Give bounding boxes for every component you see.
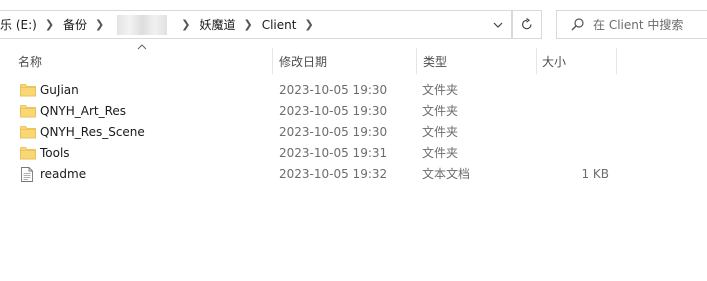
file-modified-date: 2023-10-05 19:30 [279,83,388,97]
file-size: 1 KB [581,167,609,181]
folder-icon [20,104,36,121]
file-row[interactable]: QNYH_Res_Scene 2023-10-05 19:30 文件夹 [0,122,707,143]
file-modified-date: 2023-10-05 19:30 [279,104,388,118]
column-divider[interactable] [416,48,417,74]
breadcrumb-yaomodao[interactable]: 妖魔道 [199,16,235,33]
file-modified-date: 2023-10-05 19:31 [279,146,388,160]
address-bar[interactable]: 乐 (E:) ❯ 备份 ❯ ❯ 妖魔道 ❯ Client ❯ [0,10,512,39]
chevron-right-icon[interactable]: ❯ [304,18,313,31]
breadcrumb-client[interactable]: Client [262,18,297,32]
chevron-right-icon[interactable]: ❯ [244,18,253,31]
file-row[interactable]: QNYH_Art_Res 2023-10-05 19:30 文件夹 [0,101,707,122]
file-type: 文件夹 [422,146,459,160]
folder-icon [20,147,36,160]
file-modified-date: 2023-10-05 19:32 [279,167,388,181]
refresh-button[interactable] [512,10,542,39]
chevron-right-icon[interactable]: ❯ [45,18,54,31]
column-divider[interactable] [536,48,537,74]
search-placeholder: 在 Client 中搜索 [593,18,684,32]
file-name: Tools [40,146,70,160]
folder-icon [20,146,36,163]
column-header-date[interactable]: 修改日期 [279,48,327,74]
file-modified-date: 2023-10-05 19:30 [279,125,388,139]
text-file-icon [21,167,33,182]
file-name: GuJian [40,83,79,97]
chevron-down-icon [493,22,502,28]
file-name: QNYH_Art_Res [40,104,127,118]
breadcrumb-backup[interactable]: 备份 [63,16,87,33]
file-type: 文件夹 [422,83,459,97]
history-dropdown-button[interactable] [483,10,513,39]
column-divider[interactable] [616,48,617,74]
file-row[interactable]: GuJian 2023-10-05 19:30 文件夹 [0,80,707,101]
refresh-icon [522,18,532,30]
file-type: 文件夹 [422,104,459,118]
search-icon [571,18,584,31]
column-divider[interactable] [272,48,273,74]
chevron-right-icon[interactable]: ❯ [181,18,190,31]
column-header-size[interactable]: 大小 [542,48,566,74]
file-name: readme [40,167,87,181]
column-header-type[interactable]: 类型 [423,48,447,74]
file-row[interactable]: Tools 2023-10-05 19:31 文件夹 [0,143,707,164]
sort-ascending-icon [137,44,147,50]
file-name: QNYH_Res_Scene [40,125,145,139]
file-row[interactable]: readme 2023-10-05 19:32 文本文档 1 KB [0,164,707,185]
column-header-name[interactable]: 名称 [18,48,42,74]
folder-icon [20,83,36,100]
text-file-icon [20,167,34,185]
file-type: 文本文档 [422,167,471,181]
breadcrumb-redacted[interactable] [117,14,168,35]
breadcrumb-drive[interactable]: 乐 (E:) [0,16,37,33]
search-input[interactable]: 在 Client 中搜索 [556,10,707,39]
folder-icon [20,84,36,97]
file-type: 文件夹 [422,125,459,139]
folder-icon [20,126,36,139]
folder-icon [20,105,36,118]
chevron-right-icon[interactable]: ❯ [95,18,104,31]
folder-icon [20,125,36,142]
